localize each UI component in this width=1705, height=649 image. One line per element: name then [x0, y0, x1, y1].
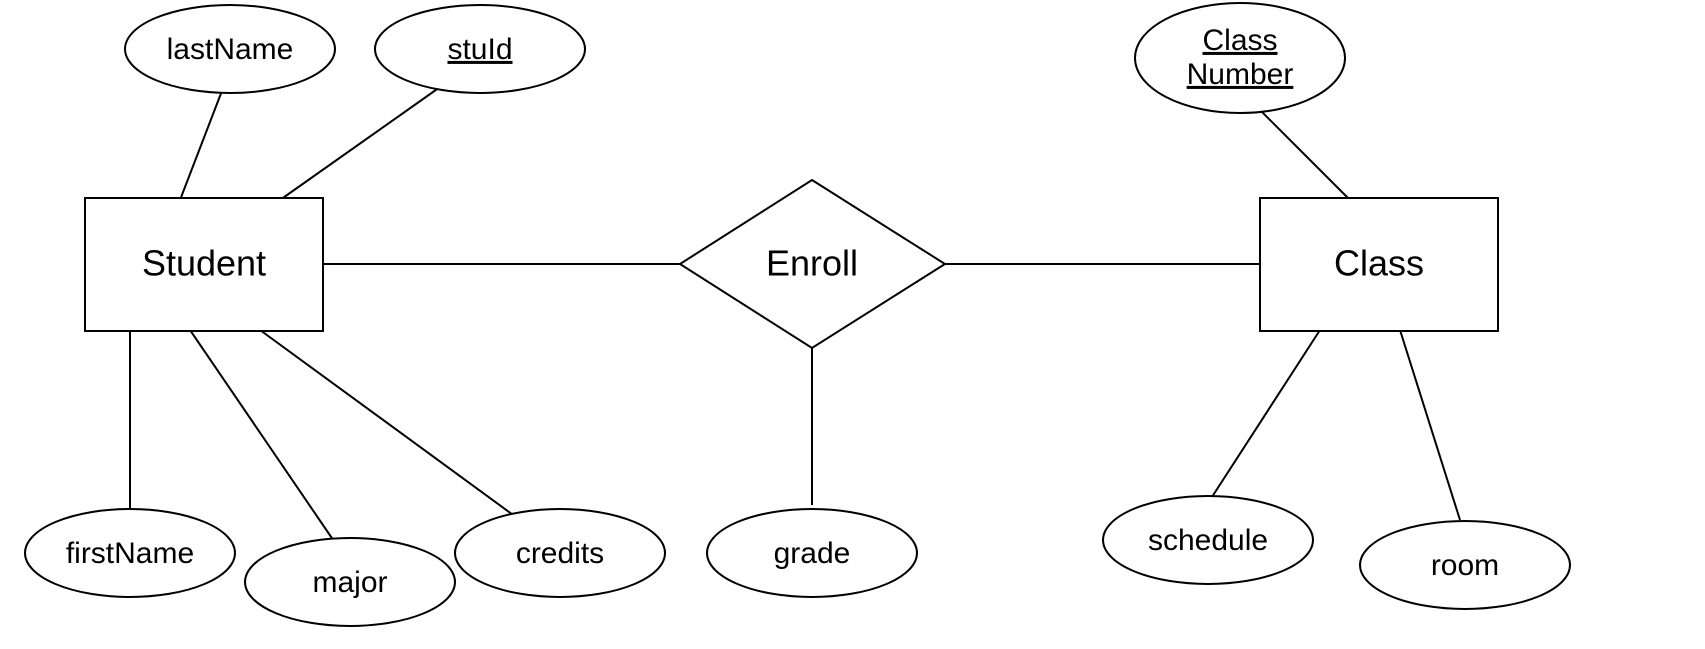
attribute-classnumber-label1: Class — [1202, 24, 1277, 57]
entity-student-label: Student — [142, 243, 266, 284]
attribute-classnumber-label2: Number — [1187, 58, 1294, 91]
relationship-enroll-label: Enroll — [766, 243, 858, 284]
attribute-stuid-label: stuId — [447, 33, 512, 66]
entity-class-label: Class — [1334, 243, 1424, 284]
connector-student-major — [190, 330, 340, 550]
connector-class-classnumber — [1250, 100, 1350, 200]
attribute-major-label: major — [312, 566, 387, 599]
connector-class-schedule — [1210, 330, 1320, 500]
attribute-room-label: room — [1431, 549, 1499, 582]
attribute-credits-label: credits — [516, 537, 604, 570]
attribute-schedule-label: schedule — [1148, 524, 1268, 557]
er-diagram: Student Class Enroll lastName stuId firs… — [0, 0, 1705, 649]
attribute-firstname-label: firstName — [66, 537, 194, 570]
attribute-grade-label: grade — [774, 537, 851, 570]
attribute-lastname-label: lastName — [167, 33, 294, 66]
connector-class-room — [1400, 330, 1460, 520]
connector-student-stuid — [280, 80, 450, 200]
